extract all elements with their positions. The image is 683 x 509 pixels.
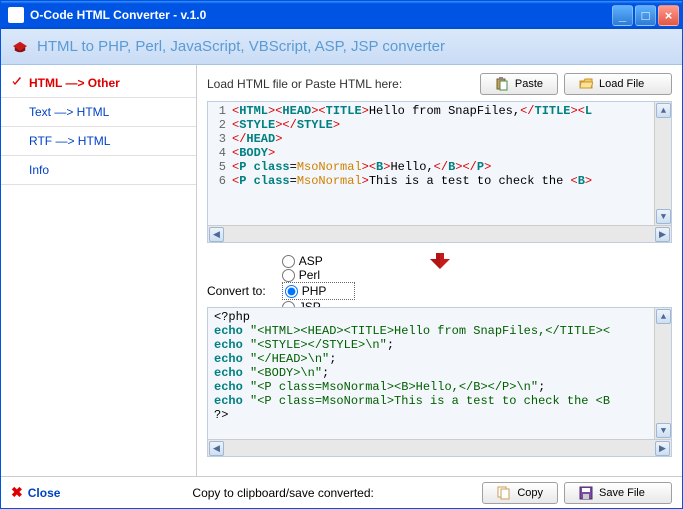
save-file-button[interactable]: Save File: [564, 482, 672, 504]
code-line: echo "<P class=MsoNormal><B>Hello,</B></…: [208, 380, 671, 394]
scroll-down-icon[interactable]: ▼: [656, 423, 671, 438]
source-code-area[interactable]: 1<HTML><HEAD><TITLE>Hello from SnapFiles…: [208, 102, 671, 225]
folder-open-icon: [579, 77, 593, 91]
scroll-left-icon[interactable]: ◀: [209, 441, 224, 456]
output-code-panel: <?phpecho "<HTML><HEAD><TITLE>Hello from…: [207, 307, 672, 457]
code-line: echo "<HTML><HEAD><TITLE>Hello from Snap…: [208, 324, 671, 338]
code-line: 1<HTML><HEAD><TITLE>Hello from SnapFiles…: [208, 104, 671, 118]
code-line: ?>: [208, 408, 671, 422]
convert-to-row: Convert to: ASPPerlPHPJSPJavaScript: [207, 279, 672, 303]
radio-asp[interactable]: ASP: [282, 254, 355, 268]
scrollbar-vertical[interactable]: ▲ ▼: [654, 308, 671, 439]
code-line: 5<P class=MsoNormal><B>Hello,</B></P>: [208, 160, 671, 174]
hat-icon: [11, 40, 29, 54]
close-button[interactable]: ×: [658, 5, 679, 26]
sidebar-item-rtf-html[interactable]: RTF —> HTML: [1, 127, 196, 156]
sidebar-item-text-html[interactable]: Text —> HTML: [1, 98, 196, 127]
app-window: O-Code HTML Converter - v.1.0 _ □ × HTML…: [0, 0, 683, 509]
footer: ✖ Close Copy to clipboard/save converted…: [1, 476, 682, 508]
titlebar[interactable]: O-Code HTML Converter - v.1.0 _ □ ×: [1, 1, 682, 29]
paste-icon: [495, 77, 509, 91]
radio-label: PHP: [302, 284, 327, 298]
save-icon: [579, 486, 593, 500]
maximize-button[interactable]: □: [635, 5, 656, 26]
sidebar-item-label: Info: [29, 163, 49, 177]
sidebar-item-info[interactable]: Info: [1, 156, 196, 185]
scroll-up-icon[interactable]: ▲: [656, 309, 671, 324]
arrow-down-icon: [430, 253, 450, 269]
minimize-button[interactable]: _: [612, 5, 633, 26]
scroll-left-icon[interactable]: ◀: [209, 227, 224, 242]
close-x-icon: ✖: [11, 484, 23, 501]
load-file-label: Load File: [599, 78, 644, 90]
code-line: 6<P class=MsoNormal>This is a test to ch…: [208, 174, 671, 188]
source-code-panel: 1<HTML><HEAD><TITLE>Hello from SnapFiles…: [207, 101, 672, 243]
sidebar-item-html-other[interactable]: HTML —> Other: [1, 69, 196, 98]
code-line: echo "<STYLE></STYLE>\n";: [208, 338, 671, 352]
header-bar: HTML to PHP, Perl, JavaScript, VBScript,…: [1, 29, 682, 65]
code-line: echo "</HEAD>\n";: [208, 352, 671, 366]
app-icon: [8, 7, 24, 23]
load-file-button[interactable]: Load File: [564, 73, 672, 95]
body: HTML —> Other Text —> HTML RTF —> HTML I…: [1, 65, 682, 476]
scrollbar-horizontal[interactable]: ◀ ▶: [208, 225, 671, 242]
close-link[interactable]: ✖ Close: [11, 484, 60, 501]
scroll-right-icon[interactable]: ▶: [655, 227, 670, 242]
titlebar-text: O-Code HTML Converter - v.1.0: [28, 8, 612, 22]
paste-label: Paste: [515, 78, 543, 90]
scrollbar-horizontal[interactable]: ◀ ▶: [208, 439, 671, 456]
footer-label: Copy to clipboard/save converted:: [66, 486, 476, 500]
sidebar: HTML —> Other Text —> HTML RTF —> HTML I…: [1, 65, 197, 476]
titlebar-buttons: _ □ ×: [612, 5, 679, 26]
scroll-down-icon[interactable]: ▼: [656, 209, 671, 224]
code-line: 4<BODY>: [208, 146, 671, 160]
copy-button[interactable]: Copy: [482, 482, 558, 504]
main-pane: Load HTML file or Paste HTML here: Paste…: [197, 65, 682, 476]
code-line: echo "<P class=MsoNormal>This is a test …: [208, 394, 671, 408]
scrollbar-vertical[interactable]: ▲ ▼: [654, 102, 671, 225]
output-code-area[interactable]: <?phpecho "<HTML><HEAD><TITLE>Hello from…: [208, 308, 671, 439]
close-label: Close: [28, 486, 61, 500]
copy-label: Copy: [517, 487, 543, 499]
radio-php[interactable]: PHP: [282, 282, 355, 300]
header-text: HTML to PHP, Perl, JavaScript, VBScript,…: [37, 38, 445, 55]
sidebar-item-label: Text —> HTML: [29, 105, 109, 119]
radio-label: ASP: [299, 254, 323, 268]
copy-icon: [497, 486, 511, 500]
code-line: 2<STYLE></STYLE>: [208, 118, 671, 132]
scroll-right-icon[interactable]: ▶: [655, 441, 670, 456]
sidebar-item-label: RTF —> HTML: [29, 134, 110, 148]
load-label: Load HTML file or Paste HTML here:: [207, 77, 474, 91]
scroll-up-icon[interactable]: ▲: [656, 103, 671, 118]
top-toolbar: Load HTML file or Paste HTML here: Paste…: [207, 71, 672, 97]
radio-perl[interactable]: Perl: [282, 268, 355, 282]
save-file-label: Save File: [599, 487, 645, 499]
paste-button[interactable]: Paste: [480, 73, 558, 95]
code-line: <?php: [208, 310, 671, 324]
code-line: echo "<BODY>\n";: [208, 366, 671, 380]
radio-label: Perl: [299, 268, 320, 282]
convert-to-label: Convert to:: [207, 284, 266, 298]
sidebar-item-label: HTML —> Other: [29, 76, 120, 90]
code-line: 3</HEAD>: [208, 132, 671, 146]
